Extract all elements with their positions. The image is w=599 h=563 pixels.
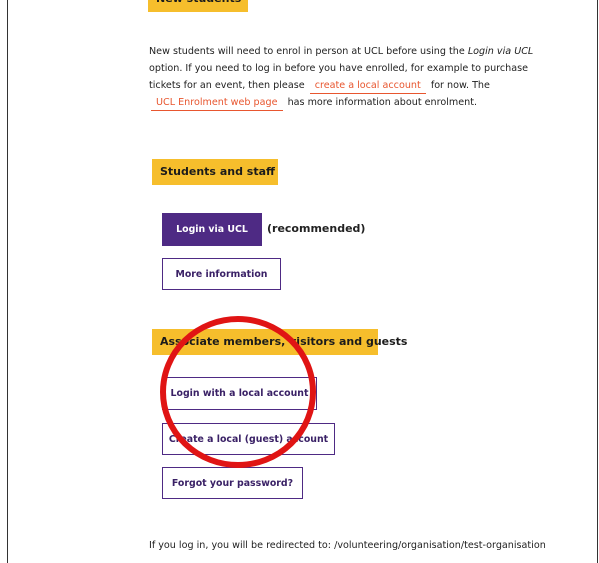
paragraph-text-4: has more information about enrolment. xyxy=(287,97,478,108)
more-information-button[interactable]: More information xyxy=(162,258,281,290)
redirect-notice: If you log in, you will be redirected to… xyxy=(149,540,546,551)
login-local-account-button[interactable]: Login with a local account xyxy=(162,377,317,410)
new-students-heading: New students xyxy=(148,0,248,12)
associate-members-heading: Associate members, visitors and guests xyxy=(152,329,407,355)
enrolment-page-link[interactable]: UCL Enrolment web page xyxy=(151,96,283,111)
create-guest-account-button[interactable]: Create a local (guest) account xyxy=(162,423,335,455)
login-via-ucl-button[interactable]: Login via UCL xyxy=(162,213,262,246)
create-local-account-link[interactable]: create a local account xyxy=(309,79,426,94)
paragraph-emphasis: Login via UCL xyxy=(467,46,534,57)
students-staff-heading: Students and staff xyxy=(152,159,278,185)
forgot-password-button[interactable]: Forgot your password? xyxy=(162,467,303,499)
paragraph-text-3: for now. The xyxy=(430,80,490,91)
new-students-paragraph: New students will need to enrol in perso… xyxy=(149,43,554,111)
paragraph-text-1: New students will need to enrol in perso… xyxy=(149,46,465,57)
recommended-label: (recommended) xyxy=(267,222,366,235)
